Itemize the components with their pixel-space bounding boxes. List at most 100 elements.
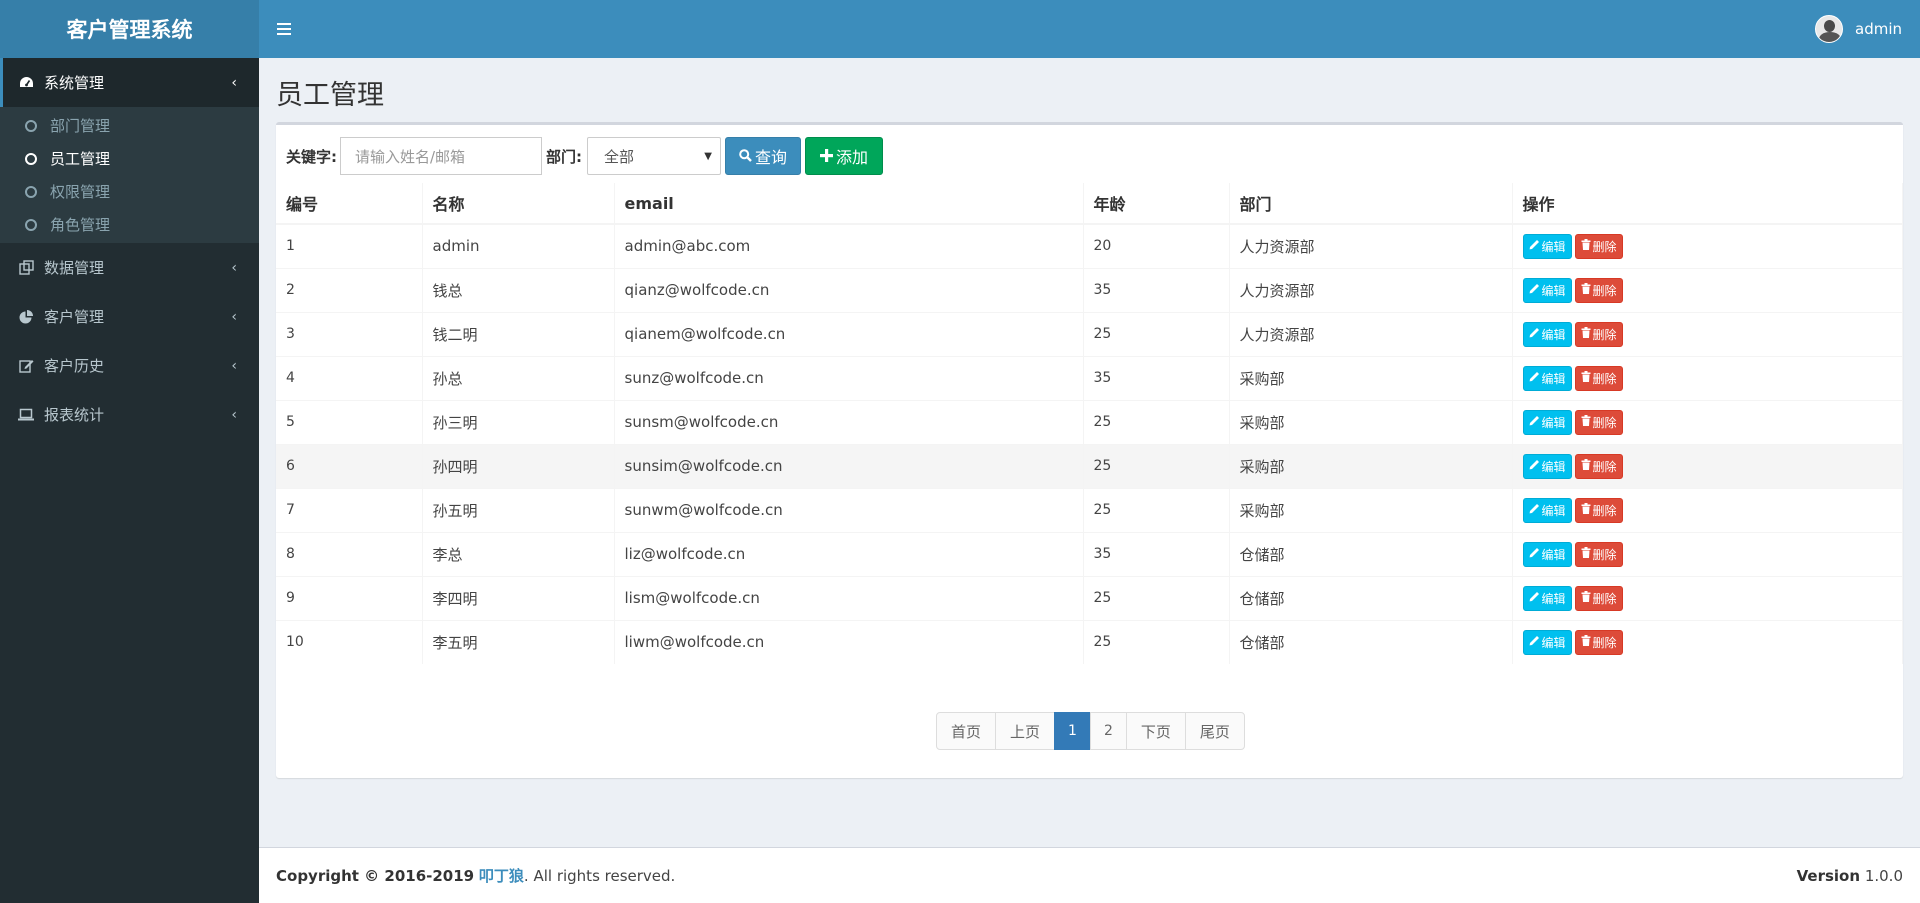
delete-button[interactable]: 删除 (1574, 497, 1623, 523)
delete-label: 删除 (1592, 415, 1617, 430)
cell-id: 9 (276, 575, 423, 620)
delete-button[interactable]: 删除 (1574, 541, 1623, 567)
pencil-icon (1529, 415, 1540, 429)
page-next[interactable]: 下页 (1125, 712, 1186, 750)
page-1[interactable]: 1 (1054, 712, 1091, 750)
cell-email: sunwm@wolfcode.cn (614, 487, 1084, 532)
delete-label: 删除 (1592, 327, 1617, 342)
cell-name: admin (422, 223, 615, 268)
edit-label: 编辑 (1541, 459, 1566, 474)
edit-button[interactable]: 编辑 (1522, 365, 1572, 391)
chevron-left-icon: ‹ (231, 74, 237, 91)
cell-age: 25 (1083, 487, 1230, 532)
brand-link[interactable]: 叩丁狼 (479, 867, 524, 885)
edit-button[interactable]: 编辑 (1522, 409, 1572, 435)
query-button[interactable]: 查询 (725, 137, 802, 175)
edit-button[interactable]: 编辑 (1522, 585, 1572, 611)
edit-label: 编辑 (1541, 591, 1566, 606)
trash-icon (1581, 591, 1591, 605)
sidebar-item-system[interactable]: 系统管理 ‹ (0, 58, 259, 107)
cell-ops: 编辑 删除 (1512, 487, 1903, 532)
cell-ops: 编辑 删除 (1512, 355, 1903, 400)
sidebar-item-permission[interactable]: 权限管理 (0, 175, 259, 208)
chevron-left-icon: ‹ (231, 308, 237, 325)
cell-email: liwm@wolfcode.cn (614, 619, 1084, 664)
page-last[interactable]: 尾页 (1184, 712, 1245, 750)
cell-ops: 编辑 删除 (1512, 575, 1903, 620)
system-submenu: 部门管理 员工管理 权限管理 角色管理 (0, 107, 259, 243)
edit-button[interactable]: 编辑 (1522, 541, 1572, 567)
keyword-input[interactable]: 请输入姓名/邮箱 (340, 137, 542, 175)
cell-age: 25 (1083, 575, 1230, 620)
page-2[interactable]: 2 (1089, 712, 1127, 750)
delete-button[interactable]: 删除 (1574, 453, 1623, 479)
cell-dept: 人力资源部 (1229, 311, 1513, 356)
table-row: 1 admin admin@abc.com 20 人力资源部 编辑 删除 (276, 223, 1903, 268)
dept-select[interactable]: 全部 ▼ (587, 137, 721, 175)
user-menu[interactable]: admin (1815, 0, 1920, 58)
app-logo[interactable]: 客户管理系统 (0, 0, 259, 58)
chevron-left-icon: ‹ (231, 259, 237, 276)
delete-button[interactable]: 删除 (1574, 321, 1623, 347)
edit-button[interactable]: 编辑 (1522, 629, 1572, 655)
cell-id: 7 (276, 487, 423, 532)
top-navbar: admin (259, 0, 1920, 58)
edit-button[interactable]: 编辑 (1522, 497, 1572, 523)
cell-id: 8 (276, 531, 423, 576)
sidebar-item-label: 系统管理 (44, 74, 105, 92)
delete-button[interactable]: 删除 (1574, 409, 1623, 435)
pencil-icon (1529, 547, 1540, 561)
col-header-id: 编号 (276, 183, 423, 225)
cell-ops: 编辑 删除 (1512, 531, 1903, 576)
trash-icon (1581, 371, 1591, 385)
sidebar-toggle-button[interactable] (259, 0, 309, 58)
employee-table: 编号 名称 email 年龄 部门 操作 1 admin admin@abc.com… (276, 183, 1903, 664)
cell-age: 25 (1083, 311, 1230, 356)
cell-ops: 编辑 删除 (1512, 619, 1903, 664)
page-title: 员工管理 (276, 80, 384, 111)
edit-label: 编辑 (1541, 503, 1566, 518)
edit-button[interactable]: 编辑 (1522, 233, 1572, 259)
sidebar-item-department[interactable]: 部门管理 (0, 109, 259, 142)
pencil-icon (1529, 591, 1540, 605)
add-button[interactable]: 添加 (805, 137, 884, 175)
cell-dept: 仓储部 (1229, 531, 1513, 576)
delete-button[interactable]: 删除 (1574, 629, 1623, 655)
table-row: 8 李总 liz@wolfcode.cn 35 仓储部 编辑 删除 (276, 531, 1903, 576)
pencil-icon (1529, 503, 1540, 517)
delete-button[interactable]: 删除 (1574, 365, 1623, 391)
cell-email: sunz@wolfcode.cn (614, 355, 1084, 400)
trash-icon (1581, 459, 1591, 473)
copyright: Copyright © 2016-2019 叩丁狼. All rights re… (276, 865, 675, 886)
filter-form: 关键字: 请输入姓名/邮箱 部门: 全部 ▼ 查询 添加 (286, 137, 884, 175)
circle-icon (25, 119, 37, 132)
cell-ops: 编辑 删除 (1512, 311, 1903, 356)
cell-email: sunsim@wolfcode.cn (614, 443, 1084, 488)
table-row: 7 孙五明 sunwm@wolfcode.cn 25 采购部 编辑 删除 (276, 487, 1903, 532)
sidebar-item-label: 员工管理 (50, 150, 111, 168)
sidebar-item-report[interactable]: 报表统计 ‹ (0, 390, 259, 439)
edit-button[interactable]: 编辑 (1522, 277, 1572, 303)
cell-age: 25 (1083, 443, 1230, 488)
cell-id: 5 (276, 399, 423, 444)
sidebar-item-role[interactable]: 角色管理 (0, 208, 259, 241)
cell-ops: 编辑 删除 (1512, 443, 1903, 488)
cell-name: 李四明 (422, 575, 615, 620)
sidebar-item-customer[interactable]: 客户管理 ‹ (0, 292, 259, 341)
avatar (1815, 15, 1843, 43)
delete-button[interactable]: 删除 (1574, 233, 1623, 259)
sidebar-item-label: 角色管理 (50, 216, 111, 234)
edit-button[interactable]: 编辑 (1522, 453, 1572, 479)
sidebar-item-history[interactable]: 客户历史 ‹ (0, 341, 259, 390)
cell-age: 35 (1083, 531, 1230, 576)
query-label: 查询 (755, 148, 788, 167)
sidebar-item-employee[interactable]: 员工管理 (0, 142, 259, 175)
delete-button[interactable]: 删除 (1574, 277, 1623, 303)
dept-select-value: 全部 (604, 147, 635, 166)
trash-icon (1581, 547, 1591, 561)
edit-button[interactable]: 编辑 (1522, 321, 1572, 347)
page-prev[interactable]: 上页 (995, 712, 1056, 750)
sidebar-item-data[interactable]: 数据管理 ‹ (0, 243, 259, 292)
delete-button[interactable]: 删除 (1574, 585, 1623, 611)
page-first[interactable]: 首页 (936, 712, 997, 750)
